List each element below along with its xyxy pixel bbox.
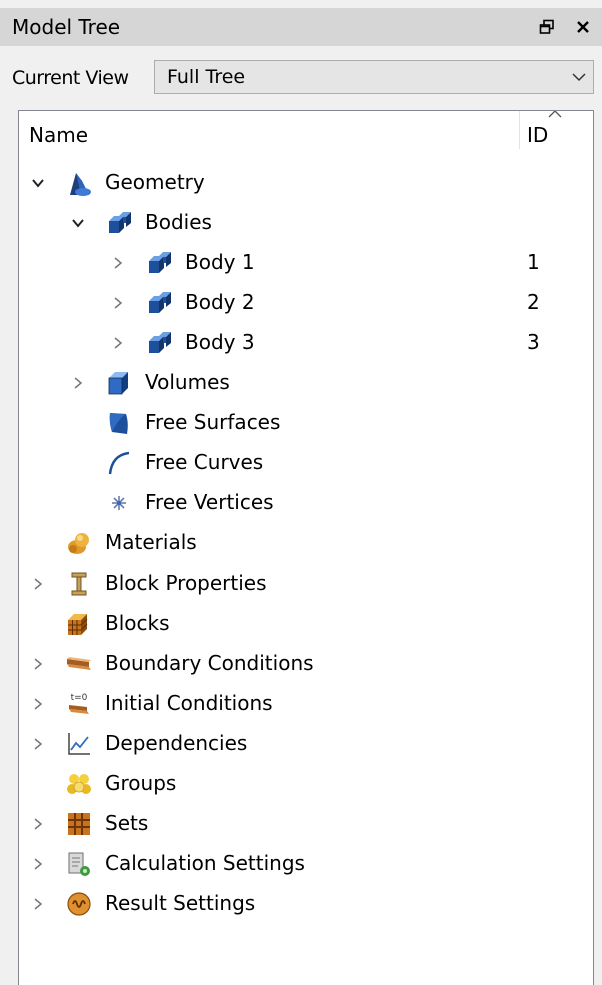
chevron-right-icon[interactable] [29,732,47,756]
tree-item-label: Free Curves [145,450,264,475]
tree-item-initial-conditions[interactable]: t=0 Initial Conditions [19,686,579,722]
tree-item-dependencies[interactable]: Dependencies [19,726,579,762]
tree-item-free-curves[interactable]: Free Curves [19,445,579,481]
tree-item-block-properties[interactable]: Block Properties [19,566,579,602]
vertex-icon [105,489,133,517]
sort-ascending-icon [548,111,562,118]
groups-icon [65,770,93,798]
tree-item-result-settings[interactable]: Result Settings [19,886,579,922]
tree-item-geometry[interactable]: Geometry [19,165,579,201]
model-tree[interactable]: Name ID Geometry Bodies Body 1 1 Body 2 2 Body… [18,110,594,985]
blocks-icon [65,610,93,638]
chevron-down-icon[interactable] [29,171,47,195]
tree-item-body-2[interactable]: Body 2 2 [19,285,579,321]
tree-item-id: 3 [527,330,540,355]
tree-item-label: Initial Conditions [105,690,273,715]
result-settings-icon [65,890,93,918]
panel-title: Model Tree [12,15,121,39]
sets-grid-icon [65,810,93,838]
tree-item-label: Body 3 [185,330,255,355]
float-icon [539,19,554,34]
chevron-right-icon[interactable] [69,371,87,395]
tree-item-label: Free Vertices [145,490,274,515]
i-beam-icon [65,570,93,598]
tree-item-label: Volumes [145,370,230,395]
column-header-name[interactable]: Name [29,123,88,147]
close-icon [577,21,589,33]
tree-item-label: Calculation Settings [105,850,305,875]
model-tree-panel: Model Tree Current View Full Tree Name I… [0,0,602,985]
tree-item-label: Geometry [105,170,205,194]
tree-item-blocks[interactable]: Blocks [19,606,579,642]
column-divider[interactable] [519,111,520,149]
initial-conditions-icon: t=0 [65,690,93,718]
tree-item-calculation-settings[interactable]: Calculation Settings [19,846,579,882]
tree-item-label: Block Properties [105,570,267,595]
chevron-right-icon[interactable] [109,331,127,355]
tree-item-label: Boundary Conditions [105,650,314,675]
tree-item-free-surfaces[interactable]: Free Surfaces [19,405,579,441]
chevron-right-icon[interactable] [109,291,127,315]
body-icon [145,249,173,277]
dependencies-chart-icon [65,730,93,758]
tree-item-body-3[interactable]: Body 3 3 [19,325,579,361]
tree-item-label: Groups [105,770,177,795]
tree-item-groups[interactable]: Groups [19,766,579,802]
tree-item-id: 2 [527,290,540,315]
chevron-right-icon[interactable] [29,892,47,916]
chevron-down-icon [572,73,586,82]
chevron-right-icon[interactable] [29,652,47,676]
tree-item-bodies[interactable]: Bodies [19,205,579,241]
tree-item-volumes[interactable]: Volumes [19,365,579,401]
chevron-down-icon[interactable] [69,211,87,235]
panel-titlebar: Model Tree [0,8,602,46]
tree-item-label: Result Settings [105,890,256,915]
tree-item-label: Bodies [145,210,212,235]
body-icon [145,289,173,317]
curve-icon [105,449,133,477]
chevron-right-icon[interactable] [109,251,127,275]
surface-icon [105,409,133,437]
chevron-right-icon[interactable] [29,852,47,876]
tree-item-label: Free Surfaces [145,410,281,435]
chevron-right-icon[interactable] [29,812,47,836]
boundary-conditions-icon [65,650,93,678]
tree-item-label: Sets [105,810,149,835]
tree-item-body-1[interactable]: Body 1 1 [19,245,579,281]
svg-text:t=0: t=0 [71,693,88,703]
float-window-button[interactable] [532,8,562,46]
current-view-row: Current View Full Tree [0,56,602,100]
current-view-value: Full Tree [167,66,246,88]
tree-item-label: Dependencies [105,730,248,755]
tree-item-materials[interactable]: Materials [19,525,579,561]
tree-item-label: Body 1 [185,250,255,275]
tree-item-label: Body 2 [185,290,255,315]
current-view-dropdown[interactable]: Full Tree [154,60,594,94]
chevron-right-icon[interactable] [29,692,47,716]
tree-item-label: Blocks [105,610,170,635]
column-header-id[interactable]: ID [527,123,548,147]
tree-item-boundary-conditions[interactable]: Boundary Conditions [19,646,579,682]
materials-icon [65,529,93,557]
current-view-label: Current View [12,67,129,89]
close-button[interactable] [568,8,598,46]
chevron-right-icon[interactable] [29,572,47,596]
tree-item-label: Materials [105,530,197,555]
tree-item-id: 1 [527,250,540,275]
calculation-settings-icon [65,850,93,878]
bodies-icon [105,209,133,237]
tree-item-sets[interactable]: Sets [19,806,579,842]
volume-cube-icon [105,369,133,397]
geometry-icon [65,169,93,197]
body-icon [145,329,173,357]
tree-item-free-vertices[interactable]: Free Vertices [19,485,579,521]
